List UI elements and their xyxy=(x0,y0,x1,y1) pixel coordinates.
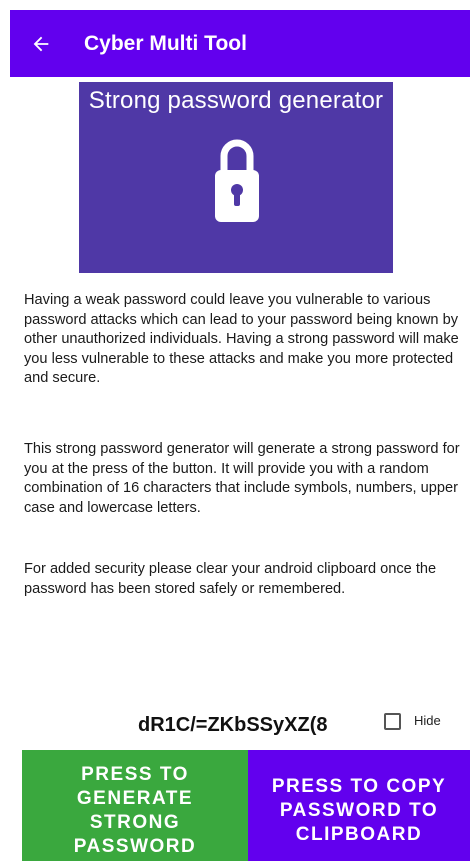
description-paragraph-2: This strong password generator will gene… xyxy=(24,441,460,516)
hide-label: Hide xyxy=(414,713,441,728)
copy-password-button[interactable]: PRESS TO COPY PASSWORD TO CLIPBOARD xyxy=(248,750,470,861)
lock-icon xyxy=(215,139,259,222)
arrow-left-icon[interactable] xyxy=(30,33,52,55)
header-banner: Strong password generator xyxy=(79,82,393,273)
description-paragraph-1: Having a weak password could leave you v… xyxy=(24,292,459,386)
generated-password: dR1C/=ZKbSSyXZ(8 xyxy=(138,714,328,736)
app-bar: Cyber Multi Tool xyxy=(10,10,470,77)
password-row: dR1C/=ZKbSSyXZ(8 Hide xyxy=(0,709,475,743)
description-paragraph-3: For added security please clear your and… xyxy=(24,561,437,597)
hide-checkbox[interactable] xyxy=(384,713,401,730)
copy-button-label: PRESS TO COPY PASSWORD TO CLIPBOARD xyxy=(271,775,447,845)
generate-button-label: PRESS TO GENERATE STRONG PASSWORD xyxy=(73,763,197,857)
banner-title: Strong password generator xyxy=(88,87,384,114)
app-title: Cyber Multi Tool xyxy=(84,31,247,55)
generate-password-button[interactable]: PRESS TO GENERATE STRONG PASSWORD xyxy=(22,750,248,861)
